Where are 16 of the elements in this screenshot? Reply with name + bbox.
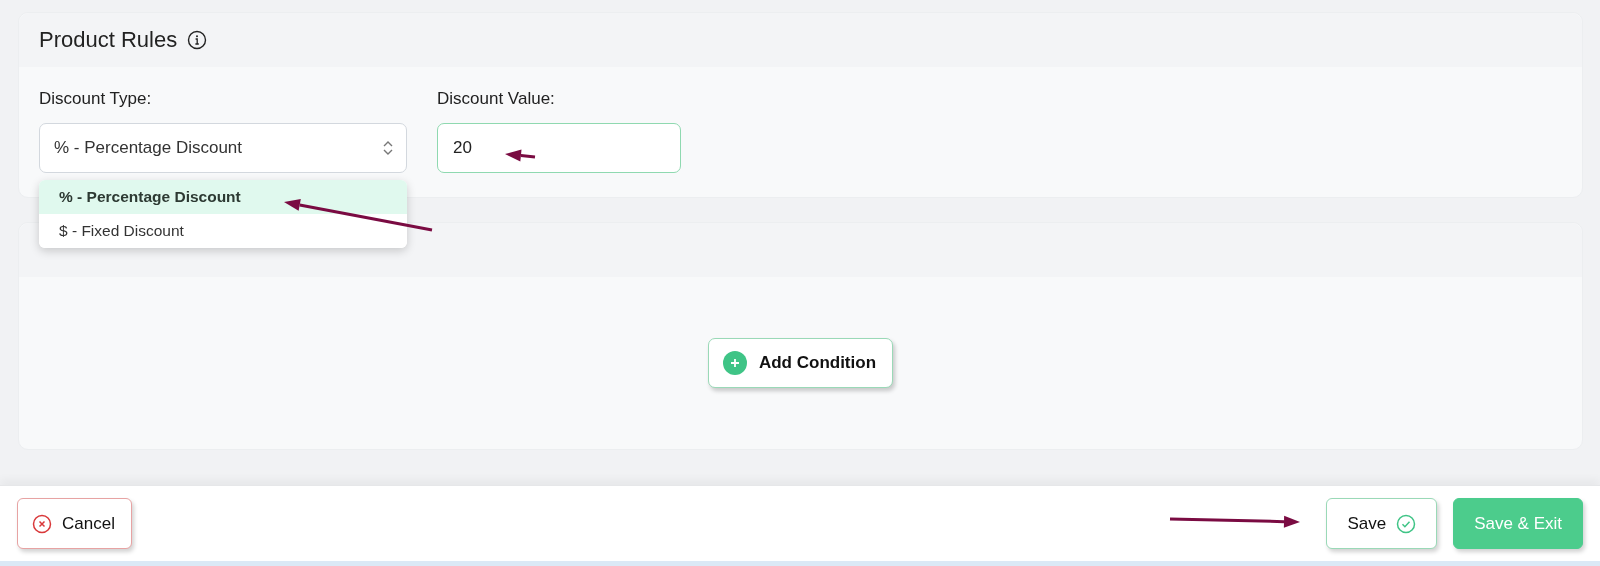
info-icon — [187, 30, 208, 50]
discount-type-select[interactable]: % - Percentage Discount — [39, 123, 407, 173]
section-title: Product Rules — [39, 27, 178, 53]
close-icon — [32, 513, 52, 534]
field-label: Discount Type: — [39, 89, 153, 109]
discount-value-input[interactable]: 20 — [437, 123, 681, 173]
plus-icon — [722, 350, 747, 375]
dropdown-option[interactable]: $ - Fixed Discount — [39, 214, 407, 248]
field-label: Discount Value: — [437, 89, 556, 109]
cancel-button[interactable]: Cancel — [17, 498, 132, 549]
save-button[interactable]: Save — [1326, 498, 1438, 549]
check-icon — [1396, 513, 1417, 534]
annotation-arrow — [505, 149, 536, 162]
dropdown-option[interactable]: % - Percentage Discount — [39, 180, 407, 214]
add-condition-button[interactable]: Add Condition — [707, 337, 894, 388]
chevron-icon — [382, 139, 394, 157]
